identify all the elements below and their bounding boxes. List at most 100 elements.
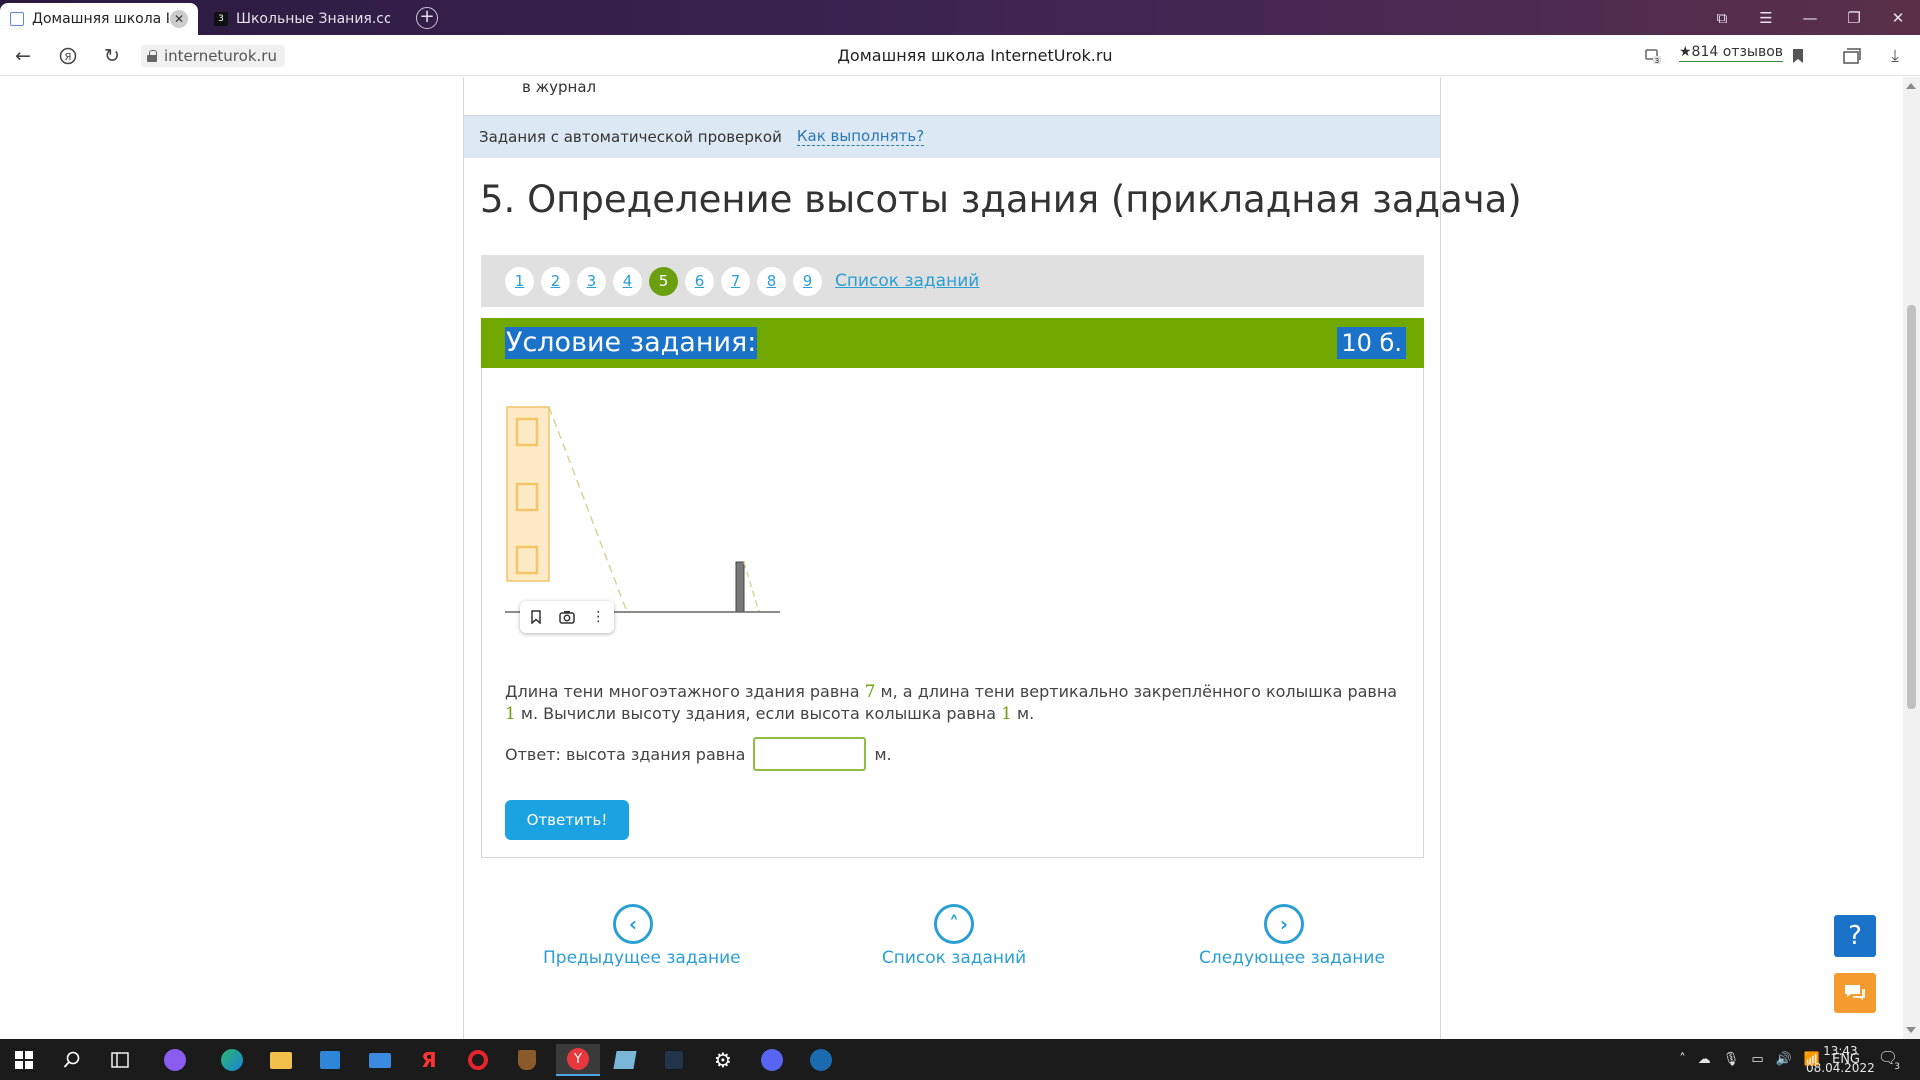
onedrive-icon[interactable]: ☁ bbox=[1698, 1052, 1711, 1067]
chevron-right-icon: › bbox=[1264, 904, 1304, 944]
world-of-tanks-icon[interactable] bbox=[507, 1044, 547, 1076]
clock-time: 13:43 bbox=[1823, 1044, 1858, 1058]
answer-input[interactable] bbox=[753, 737, 867, 771]
interneturok-favicon-icon bbox=[10, 12, 24, 26]
task-list-label: Список заданий bbox=[881, 948, 1027, 968]
tab-title: Домашняя школа Inter bbox=[32, 11, 170, 27]
pager-item-6[interactable]: 6 bbox=[685, 266, 714, 296]
windows-start-icon[interactable] bbox=[4, 1044, 44, 1076]
back-icon[interactable]: ← bbox=[10, 43, 36, 69]
tab-interneturok[interactable]: Домашняя школа Inter ✕ bbox=[0, 3, 198, 35]
pager-item-3[interactable]: 3 bbox=[577, 266, 606, 296]
clock[interactable]: 13:43 08.04.2022 bbox=[1806, 1043, 1875, 1077]
chevron-up-icon: ˄ bbox=[934, 904, 974, 944]
tab-title: Школьные Знания.com - Г bbox=[236, 11, 390, 27]
problem-text-part: м. Вычисли высоту здания, если высота ко… bbox=[515, 704, 1002, 723]
pager-item-9[interactable]: 9 bbox=[793, 266, 822, 296]
task-navigation: ‹ Предыдущее задание ˄ Список заданий › … bbox=[464, 904, 1440, 974]
image-toolbar: ⋮ bbox=[520, 601, 614, 633]
task-box: Условие задания: 10 б. ⋮ Длина тени мног… bbox=[481, 318, 1424, 858]
alice-icon[interactable] bbox=[155, 1044, 195, 1076]
answer-label: Ответ: высота здания равна bbox=[505, 744, 746, 764]
main-content: в журнал Задания с автоматической провер… bbox=[463, 77, 1522, 1039]
next-task-label: Следующее задание bbox=[1199, 948, 1385, 968]
store-icon[interactable] bbox=[310, 1044, 350, 1076]
notification-count: 3 bbox=[1894, 1062, 1900, 1072]
auto-check-bar: Задания с автоматической проверкой Как в… bbox=[464, 115, 1440, 158]
discord-icon[interactable] bbox=[752, 1044, 792, 1076]
settings-gear-icon[interactable]: ⚙ bbox=[703, 1044, 743, 1076]
protect-icon[interactable]: 3 bbox=[1641, 44, 1665, 68]
condition-header: Условие задания: 10 б. bbox=[481, 318, 1424, 368]
prev-task-link[interactable]: ‹ Предыдущее задание bbox=[543, 904, 741, 968]
svg-text:Я: Я bbox=[65, 52, 72, 63]
value-stick-shadow: 1 bbox=[505, 704, 516, 724]
task-view-icon[interactable] bbox=[100, 1044, 140, 1076]
yandex-app-icon[interactable]: Я bbox=[409, 1044, 449, 1076]
notes-app-icon[interactable] bbox=[605, 1044, 645, 1076]
task-heading: 5. Определение высоты здания (прикладная… bbox=[480, 178, 1522, 221]
lock-icon bbox=[147, 50, 157, 62]
address-bar: ← Я ↻ interneturok.ru Домашняя школа Int… bbox=[0, 35, 1920, 76]
journal-text: в журнал bbox=[522, 78, 597, 96]
next-task-link[interactable]: › Следующее задание bbox=[1199, 904, 1385, 968]
task-list-nav-link[interactable]: ˄ Список заданий bbox=[874, 904, 1034, 968]
problem-text-part: м, а длина тени вертикально закреплённог… bbox=[875, 682, 1398, 701]
tab-count-badge: 3 bbox=[1655, 57, 1659, 65]
how-to-link[interactable]: Как выполнять? bbox=[796, 128, 925, 146]
sun-ray-stick bbox=[743, 561, 760, 613]
search-icon[interactable] bbox=[52, 1044, 92, 1076]
camera-icon[interactable] bbox=[556, 606, 578, 628]
problem-text: Длина тени многоэтажного здания равна 7 … bbox=[505, 681, 1405, 725]
restore-icon[interactable]: ❐ bbox=[1832, 0, 1876, 35]
battery-icon[interactable]: ▭ bbox=[1751, 1052, 1763, 1067]
url-text: interneturok.ru bbox=[164, 47, 277, 65]
url-field[interactable]: interneturok.ru bbox=[141, 45, 285, 67]
file-explorer-icon[interactable] bbox=[261, 1044, 301, 1076]
volume-icon[interactable]: 🔊 bbox=[1776, 1052, 1792, 1067]
yandex-icon[interactable]: Я bbox=[55, 43, 81, 69]
yandex-browser-icon[interactable]: Y bbox=[556, 1044, 600, 1076]
notifications-icon[interactable]: 🗨 3 bbox=[1877, 1048, 1900, 1072]
tab-znania[interactable]: 3 Школьные Знания.com - Г bbox=[204, 3, 400, 35]
znania-favicon-icon: 3 bbox=[214, 12, 228, 26]
reload-icon[interactable]: ↻ bbox=[99, 43, 125, 69]
scroll-down-icon[interactable] bbox=[1906, 1027, 1916, 1033]
download-icon[interactable]: ⤓ bbox=[1883, 44, 1907, 68]
new-tab-button[interactable]: + bbox=[416, 7, 438, 29]
microphone-icon[interactable]: 🎙 bbox=[1723, 1052, 1740, 1067]
bookmark-icon[interactable] bbox=[1786, 44, 1810, 68]
opera-icon[interactable] bbox=[458, 1044, 498, 1076]
scroll-up-icon[interactable] bbox=[1906, 83, 1916, 89]
pager-item-4[interactable]: 4 bbox=[613, 266, 642, 296]
mail-icon[interactable] bbox=[360, 1044, 400, 1076]
minimize-icon[interactable]: — bbox=[1788, 0, 1832, 35]
browser-tab-bar: Домашняя школа Inter ✕ 3 Школьные Знания… bbox=[0, 0, 1920, 35]
close-icon[interactable]: ✕ bbox=[170, 10, 188, 28]
page-scrollbar[interactable] bbox=[1903, 77, 1920, 1039]
scrollbar-thumb[interactable] bbox=[1907, 305, 1916, 709]
pager-item-7[interactable]: 7 bbox=[721, 266, 750, 296]
reviews-link[interactable]: ★814 отзывов bbox=[1679, 44, 1784, 62]
condition-title: Условие задания: bbox=[505, 327, 758, 359]
collections-icon[interactable] bbox=[1840, 44, 1864, 68]
pager-item-8[interactable]: 8 bbox=[757, 266, 786, 296]
pager-item-1[interactable]: 1 bbox=[505, 266, 534, 296]
help-button[interactable]: ? bbox=[1834, 915, 1876, 957]
chevron-up-icon[interactable]: ˄ bbox=[1679, 1052, 1686, 1067]
pager-item-5-current[interactable]: 5 bbox=[649, 266, 678, 296]
bookmark-icon[interactable] bbox=[525, 606, 547, 628]
more-options-icon[interactable]: ⋮ bbox=[587, 606, 609, 628]
chat-button[interactable] bbox=[1834, 973, 1876, 1013]
prev-task-label: Предыдущее задание bbox=[543, 948, 741, 968]
submit-answer-button[interactable]: Ответить! bbox=[505, 800, 629, 840]
pager-item-2[interactable]: 2 bbox=[541, 266, 570, 296]
steam-icon[interactable] bbox=[801, 1044, 841, 1076]
world-of-warships-icon[interactable] bbox=[654, 1044, 694, 1076]
close-window-icon[interactable]: ✕ bbox=[1876, 0, 1920, 35]
building-shape bbox=[506, 406, 550, 582]
edge-icon[interactable] bbox=[212, 1044, 252, 1076]
task-list-link[interactable]: Список заданий bbox=[835, 271, 979, 291]
bookmarks-panel-icon[interactable]: ⧉ bbox=[1700, 0, 1744, 35]
menu-icon[interactable]: ☰ bbox=[1744, 0, 1788, 35]
